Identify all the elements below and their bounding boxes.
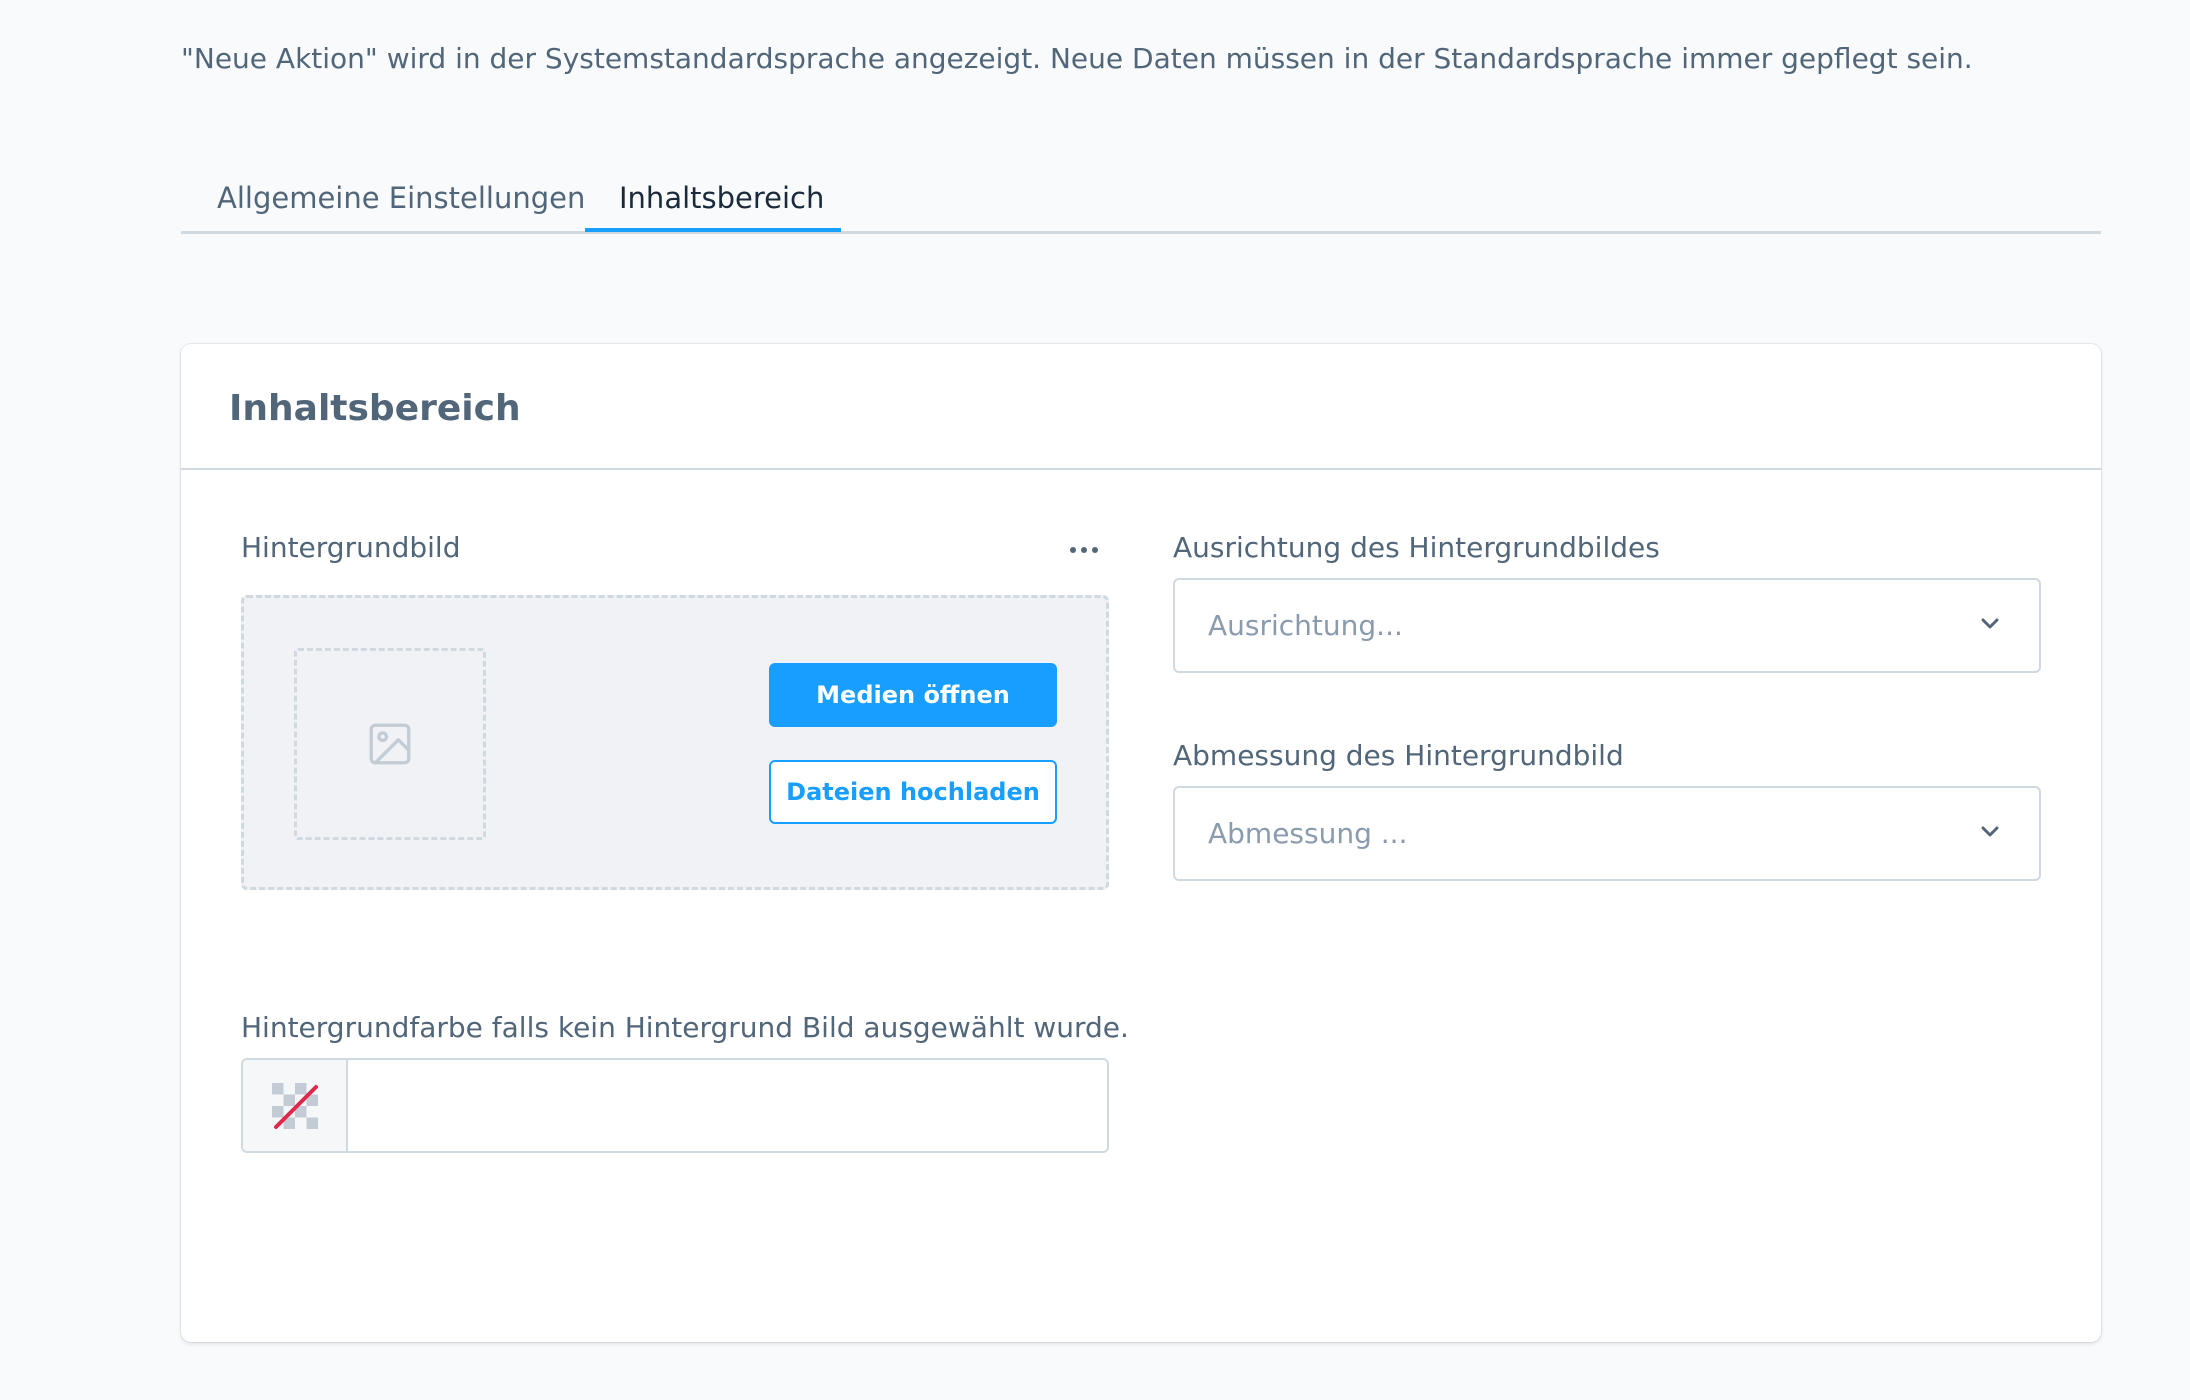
media-upload-dropzone[interactable]: Medien öffnen Dateien hochladen — [241, 595, 1109, 890]
dimension-select[interactable]: Abmessung ... — [1173, 786, 2041, 881]
card-header: Inhaltsbereich — [181, 344, 2101, 470]
no-color-swatch-icon — [271, 1082, 318, 1129]
tab-content-area[interactable]: Inhaltsbereich — [619, 162, 824, 234]
open-media-button[interactable]: Medien öffnen — [769, 663, 1057, 727]
background-color-label: Hintergrundfarbe falls kein Hintergrund … — [241, 1011, 1129, 1044]
tab-bar: Allgemeine Einstellungen Inhaltsbereich — [181, 162, 2101, 234]
image-preview-placeholder — [294, 648, 486, 840]
dimension-label: Abmessung des Hintergrundbild — [1173, 739, 1624, 772]
chevron-down-icon — [1981, 826, 1999, 837]
background-color-field — [241, 1058, 1109, 1153]
tab-general-settings[interactable]: Allgemeine Einstellungen — [217, 162, 585, 234]
alignment-select[interactable]: Ausrichtung... — [1173, 578, 2041, 673]
active-tab-indicator — [585, 228, 841, 232]
content-area-card: Inhaltsbereich Hintergrundbild Medien öf… — [181, 344, 2101, 1342]
image-icon — [369, 723, 411, 765]
upload-files-button[interactable]: Dateien hochladen — [769, 760, 1057, 824]
background-image-label: Hintergrundbild — [241, 531, 461, 564]
chevron-down-icon — [1981, 618, 1999, 629]
alignment-label: Ausrichtung des Hintergrundbildes — [1173, 531, 1660, 564]
background-color-input[interactable] — [350, 1060, 1107, 1151]
card-title: Inhaltsbereich — [229, 388, 521, 429]
more-horizontal-icon[interactable] — [1064, 540, 1104, 560]
color-picker-toggle[interactable] — [243, 1060, 348, 1151]
alignment-placeholder: Ausrichtung... — [1208, 609, 1403, 642]
dimension-placeholder: Abmessung ... — [1208, 817, 1408, 850]
language-info-text: "Neue Aktion" wird in der Systemstandard… — [181, 42, 1973, 75]
